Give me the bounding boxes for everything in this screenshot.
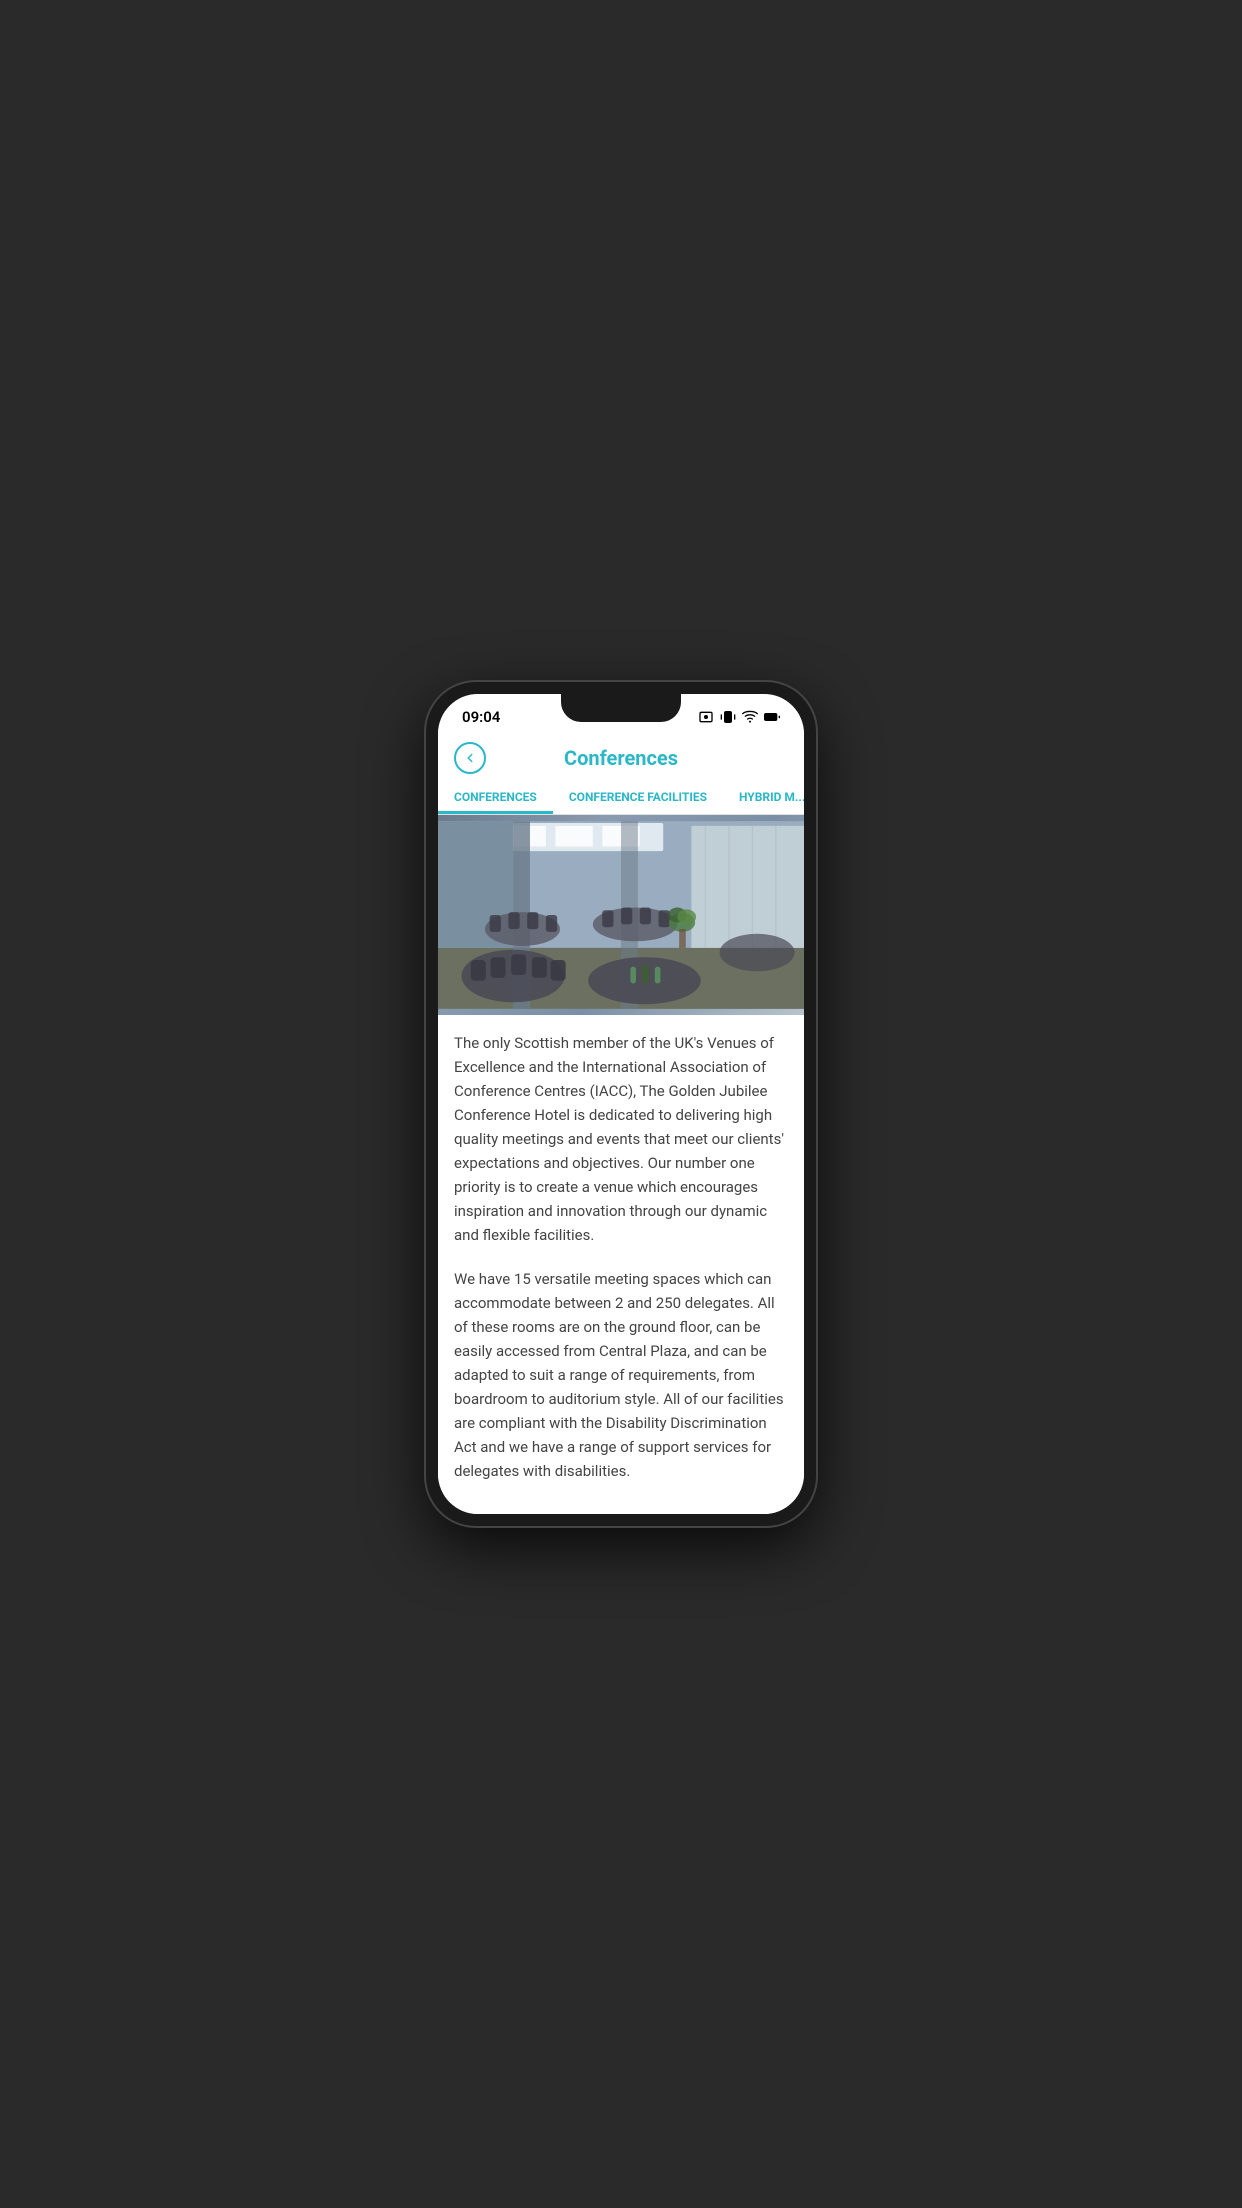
content-area: The only Scottish member of the UK's Ven… — [438, 815, 804, 1514]
photo-icon — [698, 709, 714, 725]
conference-image — [438, 815, 804, 1015]
tab-hybrid-meetings[interactable]: HYBRID M... — [723, 782, 804, 814]
status-icons — [698, 709, 780, 725]
wifi-icon — [742, 709, 758, 725]
back-icon — [463, 751, 477, 765]
text-content: The only Scottish member of the UK's Ven… — [438, 1015, 804, 1514]
tabs-container: CONFERENCES CONFERENCE FACILITIES HYBRID… — [438, 770, 804, 815]
paragraph-2: We have 15 versatile meeting spaces whic… — [454, 1267, 788, 1483]
tab-conference-facilities[interactable]: CONFERENCE FACILITIES — [553, 782, 723, 814]
battery-icon — [764, 709, 780, 725]
paragraph-1: The only Scottish member of the UK's Ven… — [454, 1031, 788, 1247]
page-title: Conferences — [564, 746, 678, 770]
tab-conferences[interactable]: CONFERENCES — [438, 782, 553, 814]
vibrate-icon — [720, 709, 736, 725]
app-header: Conferences — [438, 734, 804, 770]
back-button[interactable] — [454, 742, 486, 774]
status-time: 09:04 — [462, 708, 500, 726]
